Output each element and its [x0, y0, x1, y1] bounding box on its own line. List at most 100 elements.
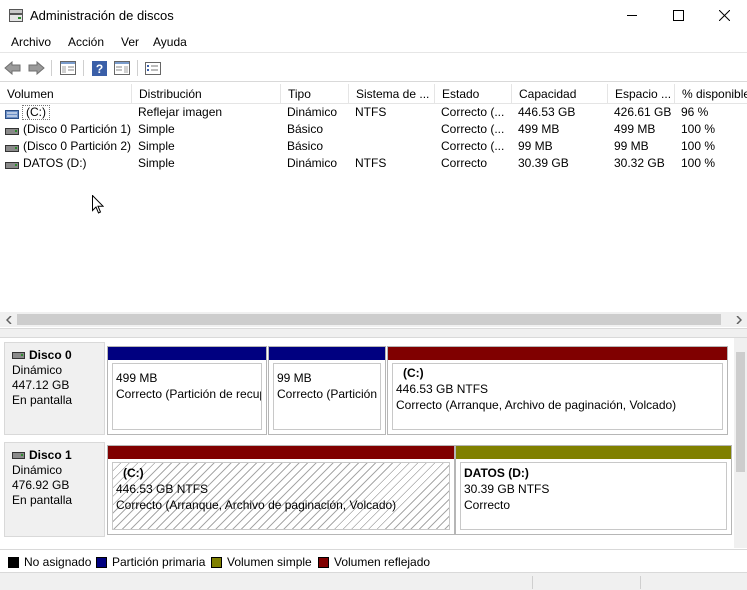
show-action-pane-button[interactable] [112, 58, 132, 78]
title-bar: Administración de discos [0, 0, 747, 31]
column-header-capacidad[interactable]: Capacidad [512, 84, 608, 104]
disk-0-partition-efi[interactable]: 99 MB Correcto (Partición de sistema EFI… [268, 346, 386, 435]
disk-1-volume-c[interactable]: (C:) 446.53 GB NTFS Correcto (Arranque, … [107, 445, 455, 535]
cell-percent-free: 100 % [681, 122, 716, 136]
partition-title: (C:) [123, 466, 144, 480]
cell-percent-free: 96 % [681, 105, 709, 119]
simple-volume-icon [5, 142, 19, 152]
cell-volume: (Disco 0 Partición 2) [23, 139, 132, 153]
console-tree-icon [60, 61, 76, 75]
partition-size: 99 MB [277, 371, 312, 385]
table-row[interactable]: (Disco 0 Partición 1) Simple Básico Corr… [0, 121, 747, 138]
pane-splitter[interactable] [0, 328, 747, 338]
scrollbar-thumb[interactable] [17, 314, 721, 325]
close-icon [718, 10, 730, 21]
partition-title: (C:) [403, 366, 424, 380]
close-button[interactable] [701, 0, 747, 31]
menu-ver[interactable]: Ver [121, 35, 139, 49]
legend-swatch [318, 556, 329, 568]
partition-title: DATOS (D:) [464, 466, 529, 480]
cell-capacity: 30.39 GB [518, 156, 569, 170]
chevron-right-icon [735, 315, 742, 324]
legend-item-unallocated: No asignado [8, 555, 91, 569]
show-console-tree-button[interactable] [58, 58, 78, 78]
column-header-distribucion[interactable]: Distribución [132, 84, 281, 104]
partition-color-bar [456, 446, 731, 459]
cell-layout: Reflejar imagen [138, 105, 223, 119]
table-row[interactable]: (C:) Reflejar imagen Dinámico NTFS Corre… [0, 104, 747, 121]
minimize-button[interactable] [609, 0, 655, 31]
column-header-espacio-disponible[interactable]: Espacio ... [608, 84, 675, 104]
legend-swatch [211, 556, 222, 568]
disk-1-row: Disco 1 Dinámico 476.92 GB En pantalla (… [0, 438, 735, 538]
status-bar-separator [532, 576, 533, 589]
cell-volume: (C:) [22, 105, 50, 120]
help-button[interactable]: ? [89, 58, 109, 78]
disk-name: Disco 0 [29, 348, 72, 362]
column-header-volumen[interactable]: Volumen [0, 84, 132, 104]
disk-name: Disco 1 [29, 448, 72, 462]
maximize-button[interactable] [655, 0, 701, 31]
forward-button[interactable] [26, 58, 46, 78]
svg-text:?: ? [95, 62, 102, 76]
toolbar: ? [0, 54, 747, 82]
column-header-sistema-archivos[interactable]: Sistema de ... [349, 84, 435, 104]
cell-status: Correcto [441, 156, 488, 170]
disk-size: 476.92 GB [12, 478, 70, 492]
scroll-right-arrow[interactable] [730, 312, 747, 327]
cell-status: Correcto (... [441, 122, 505, 136]
minimize-icon [626, 15, 637, 16]
cell-free-space: 426.61 GB [614, 105, 672, 119]
partition-color-bar [108, 446, 454, 459]
disk-0-label[interactable]: Disco 0 Dinámico 447.12 GB En pantalla [4, 342, 105, 435]
disk-0-row: Disco 0 Dinámico 447.12 GB En pantalla 4… [0, 338, 735, 438]
disk-0-volume-c[interactable]: (C:) 446.53 GB NTFS Correcto (Arranque, … [387, 346, 728, 435]
partition-details: 99 MB Correcto (Partición de sistema EFI… [273, 363, 381, 430]
disk-state: En pantalla [12, 393, 73, 407]
properties-button[interactable] [143, 58, 163, 78]
status-bar-separator [640, 576, 641, 589]
status-bar [0, 572, 747, 590]
column-header-estado[interactable]: Estado [435, 84, 512, 104]
menu-ayuda[interactable]: Ayuda [153, 35, 187, 49]
disk-graphical-view: Disco 0 Dinámico 447.12 GB En pantalla 4… [0, 338, 747, 548]
cell-type: Básico [287, 122, 324, 136]
disk-1-label[interactable]: Disco 1 Dinámico 476.92 GB En pantalla [4, 442, 105, 537]
cell-capacity: 446.53 GB [518, 105, 576, 119]
cell-capacity: 99 MB [518, 139, 553, 153]
cell-filesystem: NTFS [355, 105, 387, 119]
disk-kind: Dinámico [12, 463, 63, 477]
table-row[interactable]: (Disco 0 Partición 2) Simple Básico Corr… [0, 138, 747, 155]
forward-arrow-icon [28, 61, 45, 75]
back-button[interactable] [3, 58, 23, 78]
partition-details: (C:) 446.53 GB NTFS Correcto (Arranque, … [112, 462, 450, 530]
column-header-porcentaje-disponible[interactable]: % disponible [675, 84, 747, 104]
partition-color-bar [388, 347, 727, 360]
menu-archivo[interactable]: Archivo [11, 35, 51, 49]
cell-free-space: 30.32 GB [614, 156, 665, 170]
partition-color-bar [269, 347, 385, 360]
table-row[interactable]: DATOS (D:) Simple Dinámico NTFS Correcto… [0, 155, 747, 172]
legend: No asignado Partición primaria Volumen s… [0, 549, 747, 571]
disk-1-volume-datos[interactable]: DATOS (D:) 30.39 GB NTFS Correcto [455, 445, 732, 535]
disk-size: 447.12 GB [12, 378, 70, 392]
partition-status: Correcto (Partición de recuperación) [116, 387, 261, 401]
scrollbar-thumb[interactable] [736, 352, 745, 472]
partition-details: DATOS (D:) 30.39 GB NTFS Correcto [460, 462, 727, 530]
cell-layout: Simple [138, 156, 175, 170]
partition-size: 446.53 GB NTFS [116, 482, 209, 496]
partition-status: Correcto (Arranque, Archivo de paginació… [396, 398, 677, 412]
menu-accion[interactable]: Acción [68, 35, 104, 49]
partition-size: 30.39 GB NTFS [464, 482, 550, 496]
disk-0-partition-recovery[interactable]: 499 MB Correcto (Partición de recuperaci… [107, 346, 267, 435]
column-header-tipo[interactable]: Tipo [281, 84, 349, 104]
scroll-left-arrow[interactable] [0, 312, 17, 327]
mirrored-volume-icon [5, 108, 19, 119]
partition-details: (C:) 446.53 GB NTFS Correcto (Arranque, … [392, 363, 723, 430]
cell-percent-free: 100 % [681, 156, 716, 170]
disk-kind: Dinámico [12, 363, 63, 377]
cell-filesystem: NTFS [355, 156, 387, 170]
volume-list-horizontal-scrollbar[interactable] [0, 312, 747, 327]
legend-item-primary-partition: Partición primaria [96, 555, 205, 569]
disk-view-vertical-scrollbar[interactable] [734, 338, 747, 548]
